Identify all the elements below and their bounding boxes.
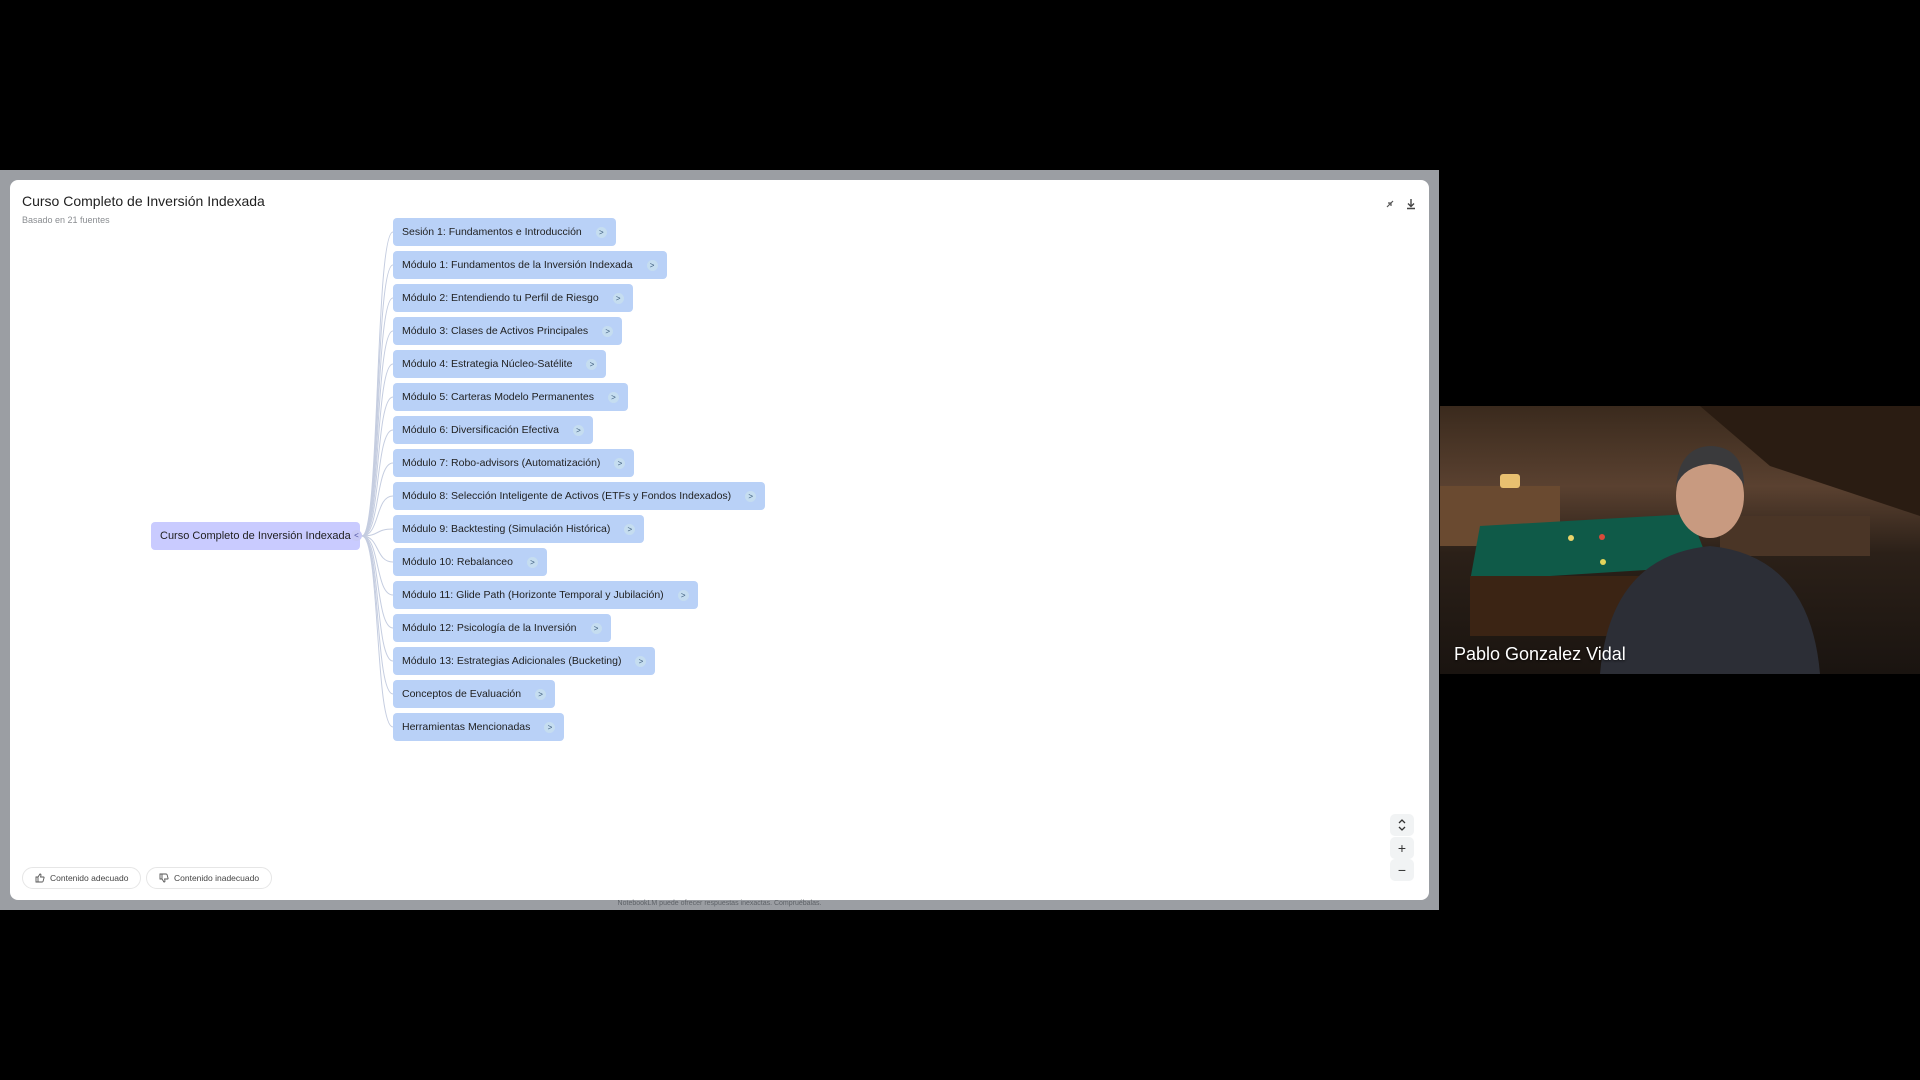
mindmap-node[interactable]: Módulo 6: Diversificación Efectiva > <box>393 416 593 444</box>
good-content-label: Contenido adecuado <box>50 873 129 883</box>
disclaimer-text: NotebookLM puede ofrecer respuestas inex… <box>617 900 822 907</box>
mindmap-edge <box>361 535 394 662</box>
mindmap-node[interactable]: Conceptos de Evaluación > <box>393 680 556 708</box>
expand-node-icon[interactable]: > <box>590 622 602 634</box>
mindmap-node[interactable]: Sesión 1: Fundamentos e Introducción > <box>393 218 616 246</box>
bad-content-button[interactable]: Contenido inadecuado <box>146 867 273 889</box>
mindmap-node-label: Módulo 3: Clases de Activos Principales <box>402 325 589 337</box>
zoom-out-button[interactable]: − <box>1390 859 1414 881</box>
mindmap-node[interactable]: Módulo 11: Glide Path (Horizonte Tempora… <box>393 581 698 609</box>
mindmap-node-label: Módulo 11: Glide Path (Horizonte Tempora… <box>402 589 664 601</box>
mindmap-node[interactable]: Módulo 3: Clases de Activos Principales > <box>393 317 623 345</box>
expand-node-icon[interactable]: > <box>612 292 624 304</box>
mindmap-node[interactable]: Módulo 5: Carteras Modelo Permanentes > <box>393 383 629 411</box>
collapse-root-icon[interactable]: < <box>351 530 362 541</box>
mindmap-node-label: Módulo 9: Backtesting (Simulación Histór… <box>402 523 611 535</box>
mindmap-node-label: Módulo 1: Fundamentos de la Inversión In… <box>402 259 633 271</box>
expand-node-icon[interactable]: > <box>595 226 607 238</box>
expand-node-icon[interactable]: > <box>602 325 614 337</box>
bad-content-label: Contenido inadecuado <box>174 873 260 883</box>
expand-node-icon[interactable]: > <box>544 721 556 733</box>
speaker-video-tile: Pablo Gonzalez Vidal <box>1440 406 1920 674</box>
good-content-button[interactable]: Contenido adecuado <box>22 867 142 889</box>
mindmap-edge <box>361 231 394 537</box>
expand-node-icon[interactable]: > <box>572 424 584 436</box>
mindmap-node-label: Conceptos de Evaluación <box>402 688 522 700</box>
mindmap-node-label: Módulo 8: Selección Inteligente de Activ… <box>402 490 732 502</box>
thumbs-up-icon <box>35 873 45 883</box>
expand-node-icon[interactable]: > <box>745 490 757 502</box>
thumbs-down-icon <box>159 873 169 883</box>
mindmap-node[interactable]: Módulo 10: Rebalanceo > <box>393 548 547 576</box>
mindmap-panel: Curso Completo de Inversión Indexada Bas… <box>10 180 1429 900</box>
mindmap-node-label: Sesión 1: Fundamentos e Introducción <box>402 226 582 238</box>
mindmap-node[interactable]: Módulo 7: Robo-advisors (Automatización)… <box>393 449 635 477</box>
expand-collapse-all-button[interactable] <box>1390 814 1414 836</box>
mindmap-node[interactable]: Módulo 8: Selección Inteligente de Activ… <box>393 482 766 510</box>
screen-share: Curso Completo de Inversión Indexada Bas… <box>0 170 1439 910</box>
mindmap-node-label: Módulo 4: Estrategia Núcleo-Satélite <box>402 358 573 370</box>
expand-node-icon[interactable]: > <box>614 457 626 469</box>
mindmap-node[interactable]: Módulo 13: Estrategias Adicionales (Buck… <box>393 647 656 675</box>
mindmap-edge <box>361 535 394 695</box>
mindmap-node-label: Módulo 5: Carteras Modelo Permanentes <box>402 391 595 403</box>
expand-node-icon[interactable]: > <box>624 523 636 535</box>
speaker-video-frame <box>1440 406 1920 674</box>
expand-node-icon[interactable]: > <box>535 688 547 700</box>
mindmap-node-label: Herramientas Mencionadas <box>402 721 531 733</box>
mindmap-node[interactable]: Módulo 4: Estrategia Núcleo-Satélite > <box>393 350 607 378</box>
mindmap-node-label: Módulo 13: Estrategias Adicionales (Buck… <box>402 655 622 667</box>
mindmap-edge <box>361 462 394 537</box>
expand-node-icon[interactable]: > <box>608 391 620 403</box>
mindmap-edge <box>361 535 394 596</box>
mindmap-node-label: Módulo 7: Robo-advisors (Automatización) <box>402 457 601 469</box>
expand-node-icon[interactable]: > <box>646 259 658 271</box>
unfold-icon <box>1398 819 1406 831</box>
mindmap-root-node[interactable]: Curso Completo de Inversión Indexada <box>151 522 360 550</box>
mindmap-node-label: Módulo 12: Psicología de la Inversión <box>402 622 577 634</box>
expand-node-icon[interactable]: > <box>586 358 598 370</box>
expand-node-icon[interactable]: > <box>526 556 538 568</box>
mindmap-node[interactable]: Herramientas Mencionadas > <box>393 713 565 741</box>
zoom-in-button[interactable]: + <box>1390 837 1414 859</box>
mindmap-node-label: Módulo 6: Diversificación Efectiva <box>402 424 559 436</box>
mindmap-node[interactable]: Módulo 1: Fundamentos de la Inversión In… <box>393 251 667 279</box>
mindmap-node[interactable]: Módulo 9: Backtesting (Simulación Histór… <box>393 515 645 543</box>
mindmap-node[interactable]: Módulo 12: Psicología de la Inversión > <box>393 614 611 642</box>
root-node-label: Curso Completo de Inversión Indexada <box>160 530 351 542</box>
expand-node-icon[interactable]: > <box>677 589 689 601</box>
mindmap-node-label: Módulo 2: Entendiendo tu Perfil de Riesg… <box>402 292 599 304</box>
mindmap-node-label: Módulo 10: Rebalanceo <box>402 556 513 568</box>
expand-node-icon[interactable]: > <box>635 655 647 667</box>
mindmap-node[interactable]: Módulo 2: Entendiendo tu Perfil de Riesg… <box>393 284 633 312</box>
speaker-name: Pablo Gonzalez Vidal <box>1454 644 1626 664</box>
